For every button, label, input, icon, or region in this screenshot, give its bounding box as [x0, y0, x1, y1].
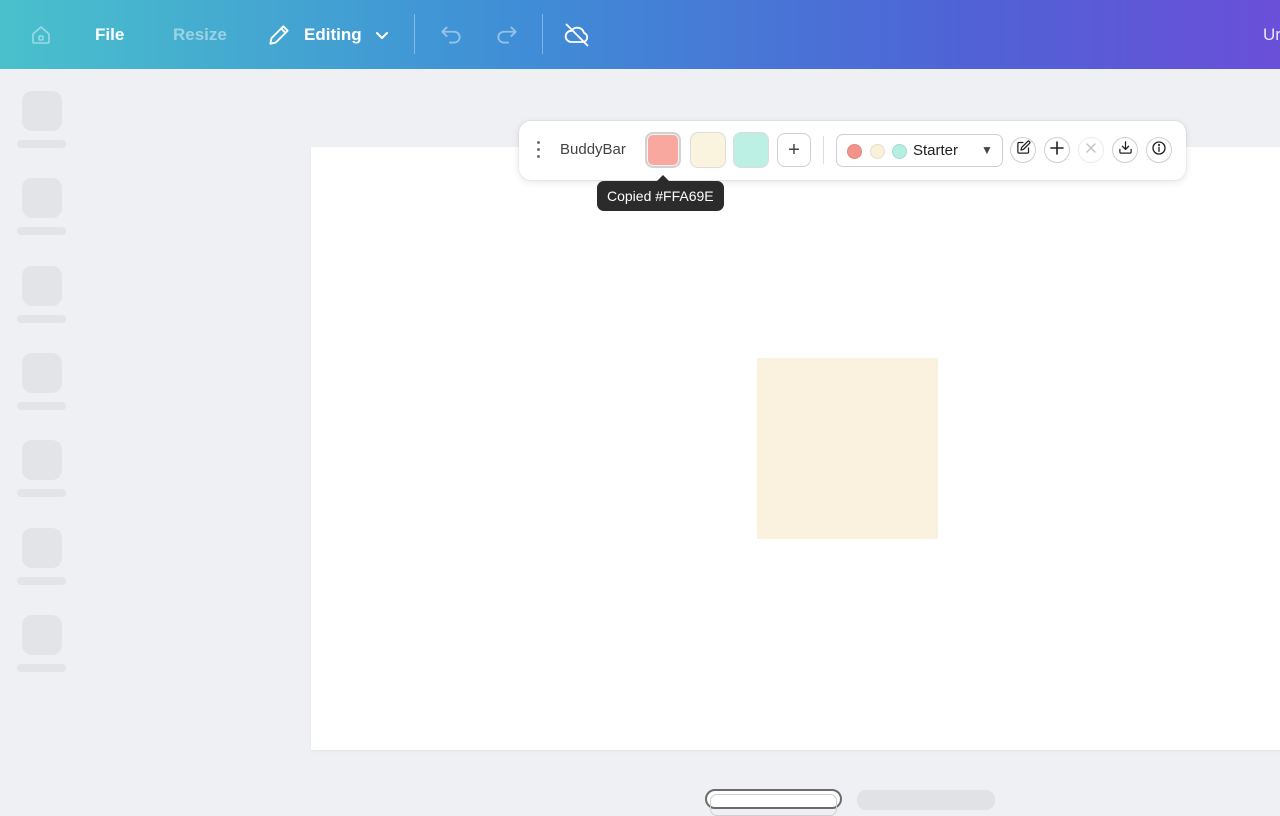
- editing-mode-dropdown[interactable]: Editing: [266, 0, 390, 69]
- rectangle-shape[interactable]: [757, 358, 938, 539]
- edit-palette-button[interactable]: [1010, 137, 1036, 163]
- redo-button[interactable]: [494, 0, 520, 69]
- pencil-icon: [266, 22, 292, 48]
- top-toolbar: File Resize Editing Ur: [0, 0, 1280, 69]
- placeholder-icon: [22, 615, 62, 655]
- placeholder-label: [17, 140, 66, 148]
- placeholder-icon: [22, 178, 62, 218]
- close-icon: [1085, 141, 1097, 159]
- download-palette-button[interactable]: [1112, 137, 1138, 163]
- file-menu-button[interactable]: File: [95, 0, 124, 69]
- palette-dot: [892, 144, 907, 159]
- copied-tooltip: Copied #FFA69E: [597, 175, 724, 211]
- toolbar-divider: [414, 14, 415, 54]
- palette-dot: [847, 144, 862, 159]
- color-swatch-2[interactable]: [690, 132, 726, 168]
- plus-icon: [1050, 140, 1064, 160]
- info-button[interactable]: [1146, 137, 1172, 163]
- placeholder-icon: [22, 440, 62, 480]
- delete-palette-button[interactable]: [1078, 137, 1104, 163]
- placeholder-icon: [22, 353, 62, 393]
- page-thumbnail-1[interactable]: [705, 789, 842, 816]
- buddybar-toolbar: BuddyBar + Starter ▼: [519, 121, 1186, 180]
- cloud-off-icon: [563, 21, 591, 49]
- home-button[interactable]: [29, 0, 53, 69]
- home-icon: [29, 23, 53, 47]
- add-swatch-button[interactable]: +: [777, 133, 811, 167]
- placeholder-label: [17, 489, 66, 497]
- redo-icon: [494, 22, 520, 48]
- palette-name: Starter: [913, 142, 959, 159]
- palette-dot: [870, 144, 885, 159]
- color-swatch-1[interactable]: [645, 132, 681, 168]
- document-title[interactable]: Ur: [1263, 0, 1280, 69]
- placeholder-label: [17, 664, 66, 672]
- palette-select[interactable]: Starter ▼: [836, 134, 1003, 167]
- info-icon: [1151, 140, 1167, 161]
- placeholder-icon: [22, 528, 62, 568]
- placeholder-label: [17, 402, 66, 410]
- design-canvas[interactable]: [311, 147, 1280, 750]
- edit-icon: [1016, 140, 1031, 160]
- undo-icon: [438, 22, 464, 48]
- placeholder-icon: [22, 266, 62, 306]
- dropdown-arrow-icon: ▼: [981, 143, 993, 157]
- toolbar-divider: [823, 136, 824, 164]
- cloud-sync-button[interactable]: [563, 0, 591, 69]
- placeholder-label: [17, 315, 66, 323]
- placeholder-icon: [22, 91, 62, 131]
- toolbar-divider: [542, 14, 543, 54]
- placeholder-label: [17, 227, 66, 235]
- resize-button[interactable]: Resize: [173, 0, 227, 69]
- drag-handle-icon[interactable]: [534, 138, 542, 162]
- undo-button[interactable]: [438, 0, 464, 69]
- buddybar-title: BuddyBar: [560, 141, 626, 158]
- editing-mode-label: Editing: [304, 24, 362, 44]
- chevron-down-icon: [374, 27, 390, 43]
- placeholder-label: [17, 577, 66, 585]
- download-icon: [1118, 140, 1133, 160]
- page-thumbnail-2[interactable]: [857, 790, 995, 810]
- color-swatch-3[interactable]: [733, 132, 769, 168]
- add-palette-button[interactable]: [1044, 137, 1070, 163]
